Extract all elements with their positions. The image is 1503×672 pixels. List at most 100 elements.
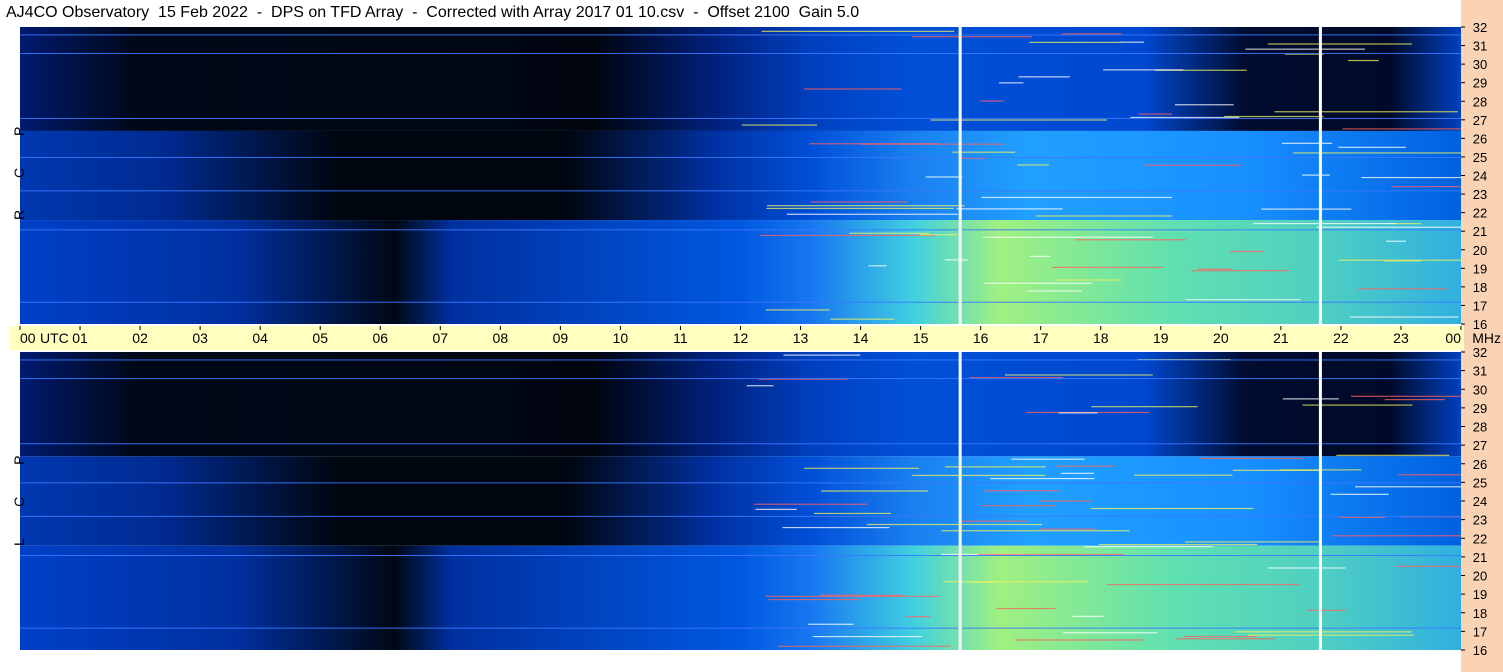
- interference-streak: [1224, 115, 1324, 118]
- interference-streak: [956, 208, 1063, 210]
- interference-streak: [1391, 186, 1461, 188]
- interference-streak: [930, 119, 1108, 121]
- freq-tick-label: 29: [1473, 76, 1487, 91]
- vertical-burst: [958, 27, 962, 324]
- interference-streak: [804, 467, 920, 469]
- interference-streak: [1090, 507, 1254, 510]
- freq-tick-label: 17: [1473, 624, 1487, 639]
- freq-tick-label: 29: [1473, 401, 1487, 416]
- interference-streak: [1060, 472, 1095, 474]
- time-tick-label: 02: [132, 330, 148, 346]
- interference-streak: [1072, 615, 1104, 617]
- interference-streak: [925, 176, 963, 178]
- interference-streak: [952, 151, 1016, 153]
- interference-streak: [777, 645, 951, 647]
- interference-streak: [1038, 528, 1096, 530]
- time-tick-label: 21: [1273, 330, 1289, 346]
- time-tick-label: 22: [1333, 330, 1349, 346]
- interference-streak: [982, 236, 1153, 238]
- interference-streak: [1274, 111, 1458, 113]
- spectrum-band-low: [20, 545, 1461, 650]
- interference-streak: [1098, 543, 1258, 546]
- freq-tick-label: 19: [1473, 261, 1487, 276]
- interference-streak: [1261, 208, 1352, 210]
- interference-streak: [1011, 458, 1085, 460]
- freq-tick-label: 27: [1473, 113, 1487, 128]
- freq-tick-label: 18: [1473, 280, 1487, 295]
- interference-streak: [820, 490, 928, 492]
- freq-tick-label: 32: [1473, 20, 1487, 35]
- freq-tick-label: 30: [1473, 382, 1487, 397]
- interference-streak: [912, 474, 1046, 477]
- interference-streak: [1386, 240, 1407, 242]
- time-tick-label: 13: [793, 330, 809, 346]
- interference-streak: [766, 207, 954, 210]
- interference-streak: [1398, 474, 1461, 476]
- interference-streak: [1062, 33, 1122, 35]
- time-tick-label: 23: [1393, 330, 1409, 346]
- interference-streak: [765, 595, 939, 597]
- interference-streak: [1302, 174, 1330, 176]
- freq-tick-label: 20: [1473, 243, 1487, 258]
- time-tick-label: 16: [973, 330, 989, 346]
- time-tick-label: 10: [613, 330, 629, 346]
- time-tick-label: 20: [1213, 330, 1229, 346]
- interference-streak: [1268, 567, 1346, 569]
- freq-tick-label: 26: [1473, 131, 1487, 146]
- interference-streak: [1018, 76, 1070, 78]
- interference-streak: [1338, 516, 1386, 518]
- interference-streak: [1183, 635, 1258, 638]
- interference-streak: [786, 213, 958, 215]
- interference-streak: [861, 143, 1004, 145]
- interference-streak: [753, 503, 868, 505]
- interference-streak: [1245, 48, 1365, 50]
- time-tick-label: 07: [433, 330, 449, 346]
- interference-streak: [1175, 638, 1275, 640]
- lcp-label: L C P: [11, 441, 27, 546]
- interference-streak: [1199, 457, 1304, 460]
- spectrogram-chart: 32 31 30 29 28 27 26 25 24 23 22 21 20 19 18 17 16 32 31 30…: [10, 20, 1501, 658]
- rcp-label: R C P: [11, 112, 27, 221]
- interference-streak: [812, 635, 922, 638]
- mhz-unit-label: MHz: [1472, 330, 1501, 346]
- carrier-line: [20, 301, 1461, 303]
- interference-streak: [1091, 406, 1198, 408]
- interference-streak: [1336, 454, 1450, 456]
- interference-streak: [1281, 142, 1333, 144]
- interference-streak: [1074, 239, 1187, 241]
- interference-streak: [1184, 541, 1320, 543]
- interference-streak: [803, 88, 902, 90]
- interference-streak: [849, 232, 930, 234]
- interference-streak: [1330, 493, 1389, 495]
- carrier-line: [20, 156, 1461, 158]
- interference-streak: [1119, 41, 1145, 43]
- interference-streak: [979, 100, 1005, 102]
- interference-streak: [1004, 374, 1153, 376]
- interference-streak: [755, 508, 797, 511]
- interference-streak: [912, 36, 1032, 38]
- time-tick-label: 15: [913, 330, 929, 346]
- interference-streak: [1015, 639, 1144, 641]
- interference-streak: [1338, 146, 1406, 148]
- interference-streak: [996, 607, 1056, 610]
- interference-streak: [1350, 395, 1461, 397]
- freq-tick-label: 20: [1473, 569, 1487, 584]
- time-tick-label: 01: [72, 330, 88, 346]
- interference-streak: [1191, 270, 1289, 272]
- interference-streak: [1107, 583, 1300, 586]
- freq-tick-label: 28: [1473, 94, 1487, 109]
- interference-streak: [1384, 399, 1445, 401]
- spectrum-band-high: [20, 27, 1461, 131]
- interference-streak: [1355, 486, 1461, 488]
- freq-tick-label: 21: [1473, 224, 1487, 239]
- interference-streak: [981, 196, 1172, 199]
- interference-streak: [765, 309, 830, 311]
- interference-streak: [866, 523, 1042, 526]
- spectrum-band-mid: [20, 456, 1461, 546]
- interference-streak: [1384, 260, 1421, 262]
- interference-streak: [814, 512, 891, 515]
- interference-streak: [1331, 535, 1461, 537]
- freq-tick-label: 31: [1473, 364, 1487, 379]
- time-tick-label: 17: [1033, 330, 1049, 346]
- vertical-burst: [1318, 27, 1322, 324]
